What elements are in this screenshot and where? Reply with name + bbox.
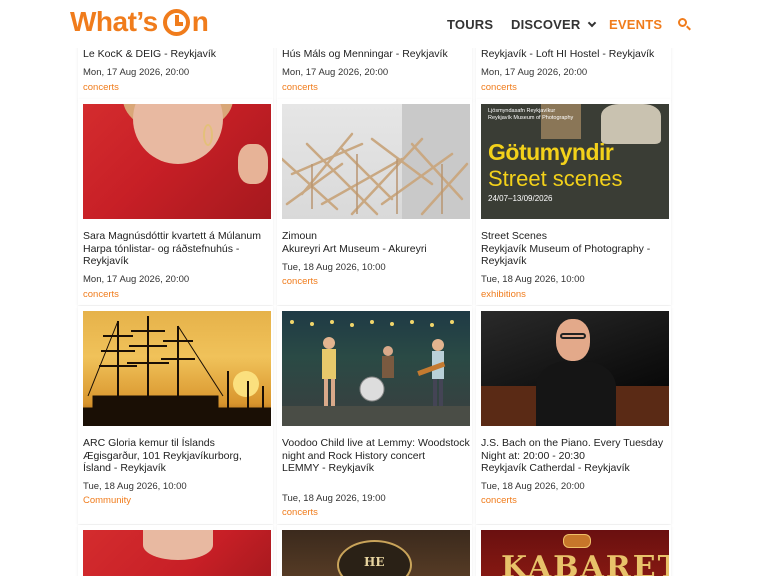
event-image[interactable] <box>83 530 271 576</box>
event-date: Tue, 18 Aug 2026, 10:00 <box>83 481 187 492</box>
event-card[interactable]: HE <box>277 525 472 576</box>
event-date: Mon, 17 Aug 2026, 20:00 <box>481 67 588 78</box>
event-category-link[interactable]: concerts <box>481 495 517 506</box>
event-title[interactable]: ARC Gloria kemur til Íslands Ægisgarður,… <box>83 437 271 475</box>
event-title[interactable]: Street Scenes Reykjavík Museum of Photog… <box>481 230 669 268</box>
chevron-down-icon <box>587 18 596 27</box>
event-category-link[interactable]: concerts <box>83 289 119 300</box>
event-image[interactable] <box>282 311 470 426</box>
poster-title-is: Götumyndir <box>488 139 614 165</box>
event-category-link[interactable]: concerts <box>83 82 119 93</box>
event-title[interactable]: Zimoun Akureyri Art Museum - Akureyri <box>282 230 470 255</box>
event-card[interactable]: ARC Gloria kemur til Íslands Ægisgarður,… <box>78 306 273 524</box>
logo-text-whats: What’s <box>70 6 158 37</box>
poster-small-text: Ljósmyndasafn Reykjavíkur Reykjavík Muse… <box>488 108 574 121</box>
event-image[interactable]: HE <box>282 530 470 576</box>
event-image[interactable]: Ljósmyndasafn Reykjavíkur Reykjavík Muse… <box>481 104 669 219</box>
event-card[interactable]: KABARETT <box>476 525 671 576</box>
event-date: Mon, 17 Aug 2026, 20:00 <box>83 274 190 285</box>
event-date: Tue, 18 Aug 2026, 10:00 <box>481 274 585 285</box>
site-header: What’s n TOURS DISCOVER EVENTS <box>0 0 768 48</box>
event-card[interactable]: Ljósmyndasafn Reykjavíkur Reykjavík Muse… <box>476 99 671 305</box>
event-card[interactable]: J.S. Bach on the Piano. Every Tuesday Ni… <box>476 306 671 524</box>
event-card[interactable]: Sara Magnúsdóttir kvartett á Múlanum Har… <box>78 99 273 305</box>
search-icon[interactable] <box>678 18 691 31</box>
event-title[interactable]: Hús Máls og Menningar - Reykjavík <box>282 48 470 61</box>
nav-discover[interactable]: DISCOVER <box>511 17 596 32</box>
nav-events[interactable]: EVENTS <box>609 17 662 32</box>
event-date: Tue, 18 Aug 2026, 10:00 <box>282 262 386 273</box>
poster-word: KABARETT <box>501 550 669 576</box>
site-logo[interactable]: What’s n <box>70 6 209 38</box>
poster-dates: 24/07–13/09/2026 <box>488 194 553 203</box>
event-image[interactable] <box>83 104 271 219</box>
poster-title-en: Street scenes <box>488 166 623 191</box>
event-category-link[interactable]: Community <box>83 495 131 506</box>
event-date: Tue, 18 Aug 2026, 19:00 <box>282 493 386 504</box>
event-image[interactable] <box>282 104 470 219</box>
event-title[interactable]: Sara Magnúsdóttir kvartett á Múlanum Har… <box>83 230 271 268</box>
event-card[interactable]: Zimoun Akureyri Art Museum - Akureyri Tu… <box>277 99 472 305</box>
event-image[interactable] <box>481 311 669 426</box>
event-title[interactable]: J.S. Bach on the Piano. Every Tuesday Ni… <box>481 437 669 475</box>
poster-logo-text: HE <box>364 555 385 569</box>
event-card[interactable] <box>78 525 273 576</box>
event-category-link[interactable]: concerts <box>282 276 318 287</box>
event-image[interactable] <box>83 311 271 426</box>
event-date: Tue, 18 Aug 2026, 20:00 <box>481 481 585 492</box>
event-title[interactable]: Le KocK & DEIG - Reykjavík <box>83 48 271 61</box>
event-date: Mon, 17 Aug 2026, 20:00 <box>282 67 389 78</box>
nav-tours[interactable]: TOURS <box>447 17 493 32</box>
event-date: Mon, 17 Aug 2026, 20:00 <box>83 67 190 78</box>
event-category-link[interactable]: concerts <box>282 507 318 518</box>
nav-discover-label: DISCOVER <box>511 17 581 32</box>
event-category-link[interactable]: concerts <box>481 82 517 93</box>
clock-icon <box>162 8 190 36</box>
event-card[interactable]: Voodoo Child live at Lemmy: Woodstock ni… <box>277 306 472 524</box>
event-category-link[interactable]: exhibitions <box>481 289 526 300</box>
event-title[interactable]: Voodoo Child live at Lemmy: Woodstock ni… <box>282 437 470 475</box>
event-title[interactable]: Reykjavík - Loft HI Hostel - Reykjavík <box>481 48 669 61</box>
event-category-link[interactable]: concerts <box>282 82 318 93</box>
event-image[interactable]: KABARETT <box>481 530 669 576</box>
logo-text-n: n <box>191 6 209 37</box>
